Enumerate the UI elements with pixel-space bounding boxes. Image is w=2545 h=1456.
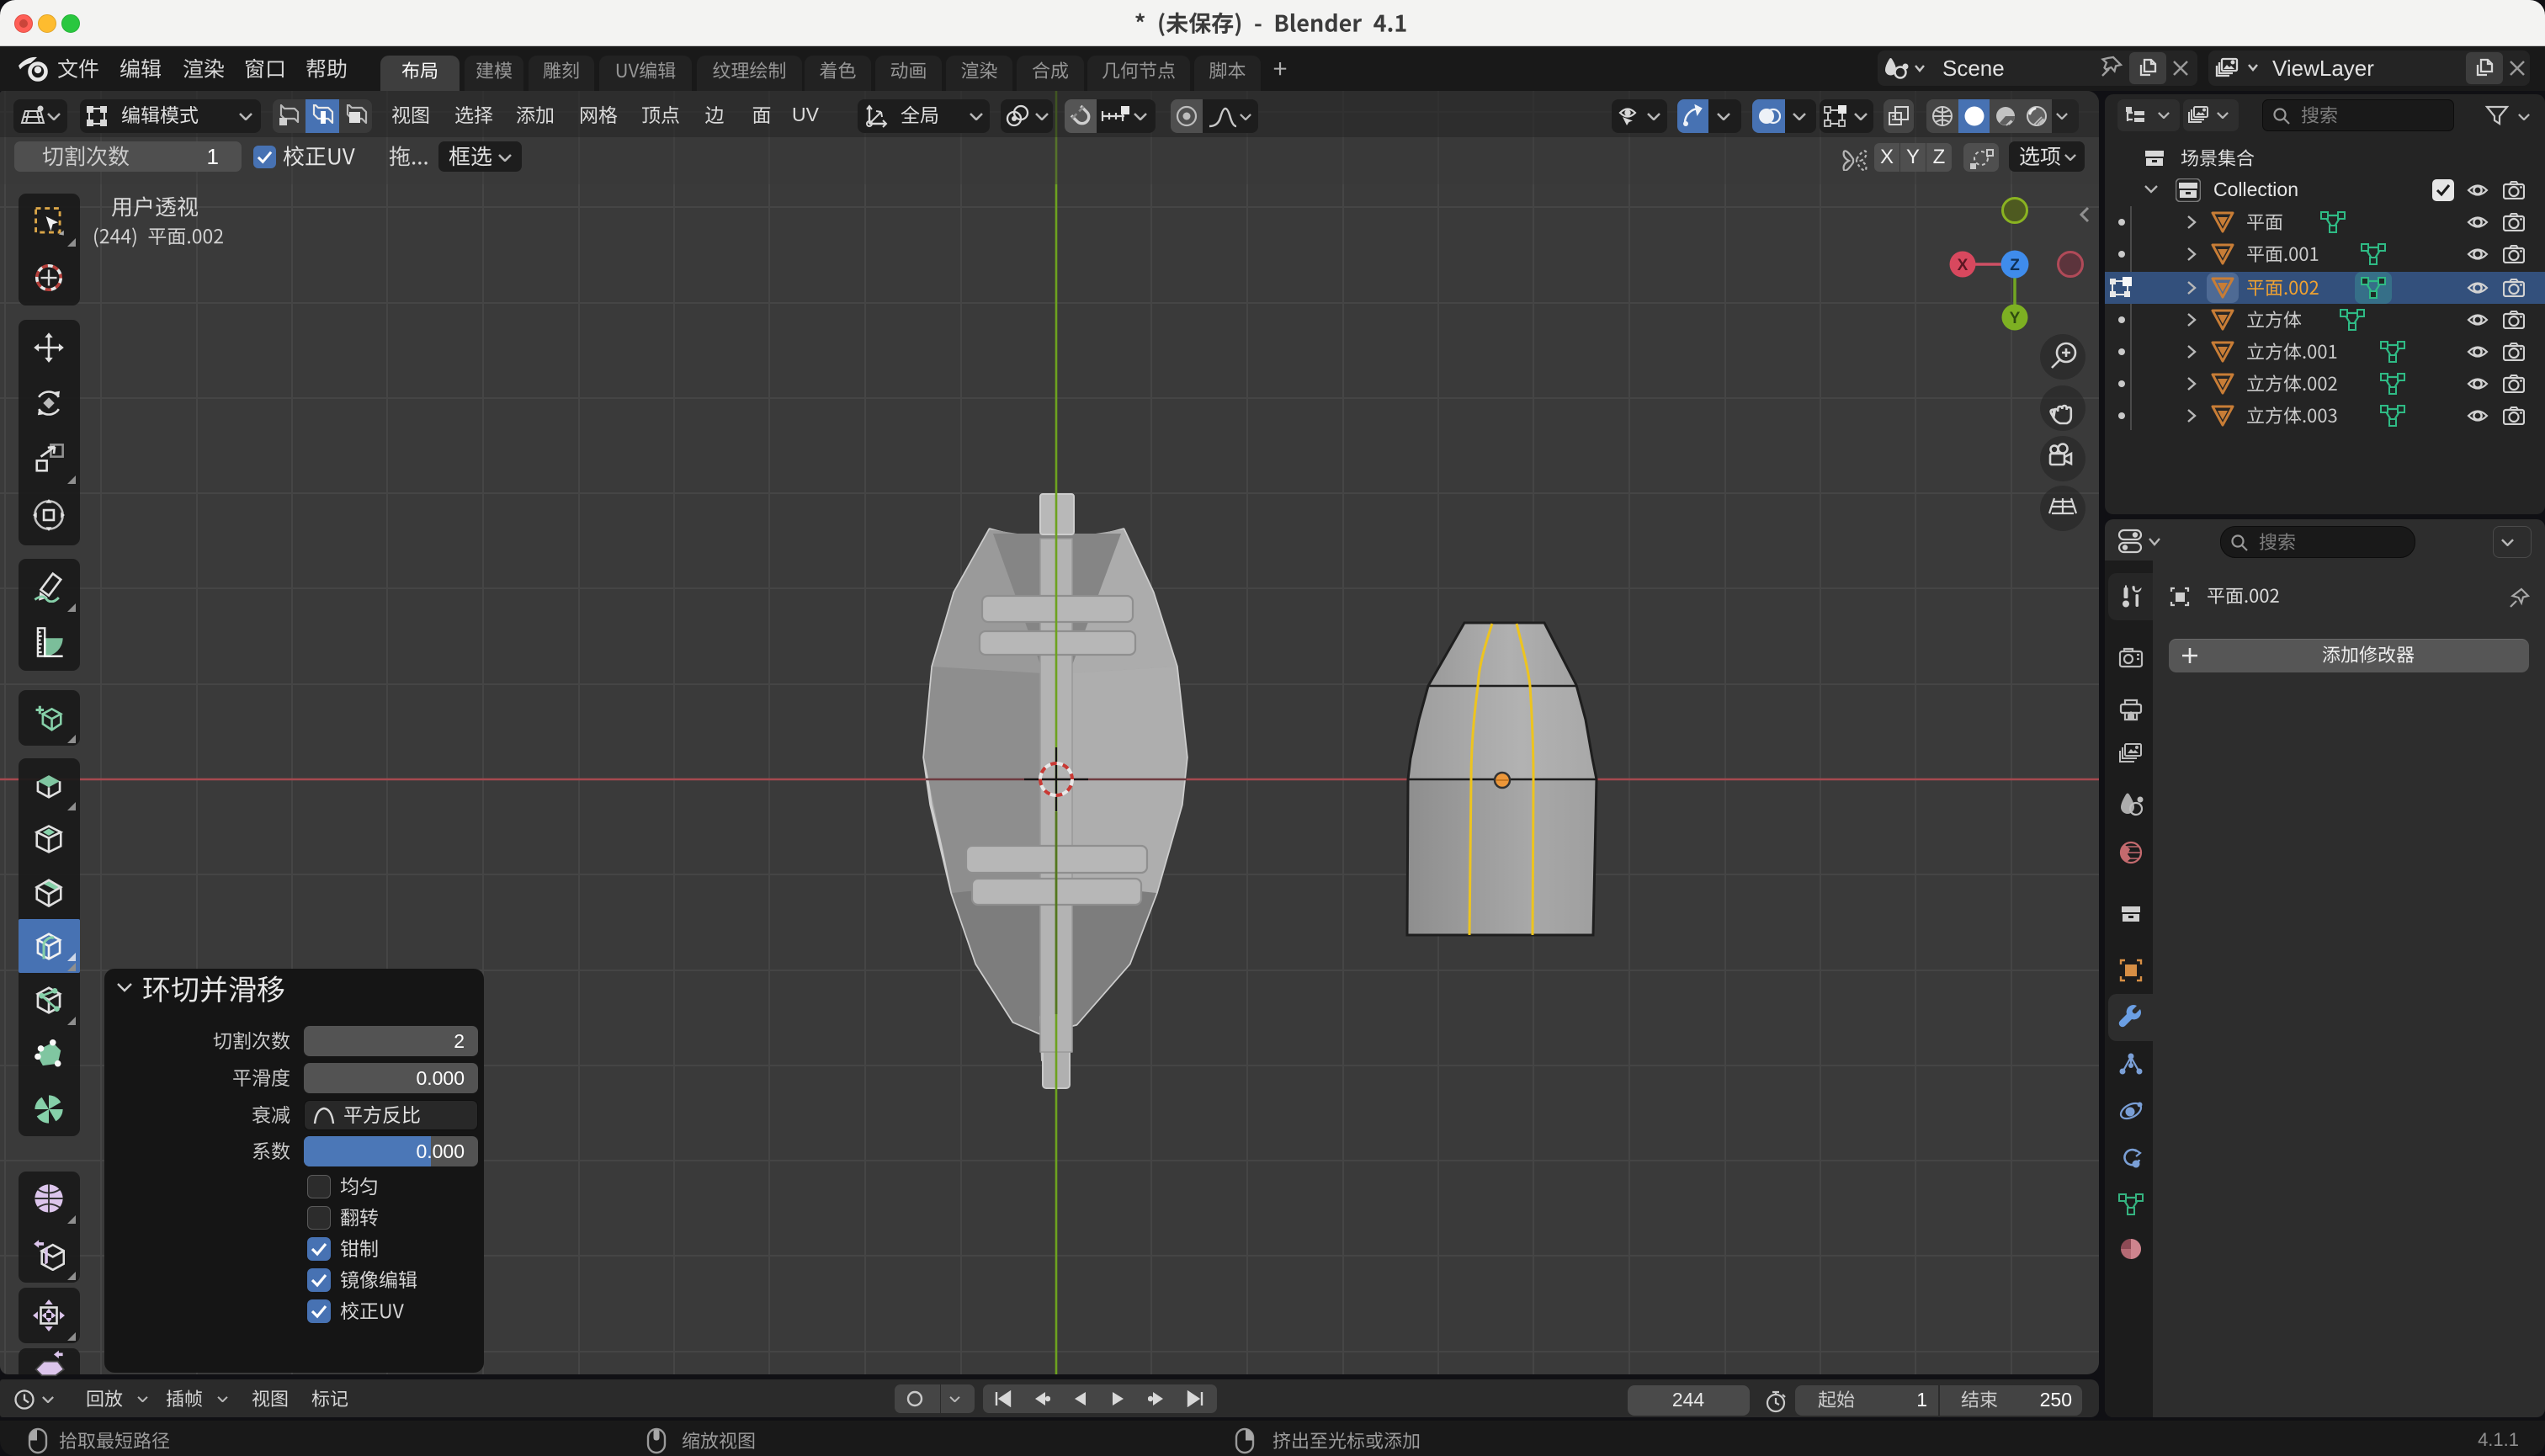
svg-text:Y: Y [2010, 310, 2021, 327]
svg-text:X: X [1958, 257, 1969, 274]
svg-text:Z: Z [2010, 257, 2020, 274]
